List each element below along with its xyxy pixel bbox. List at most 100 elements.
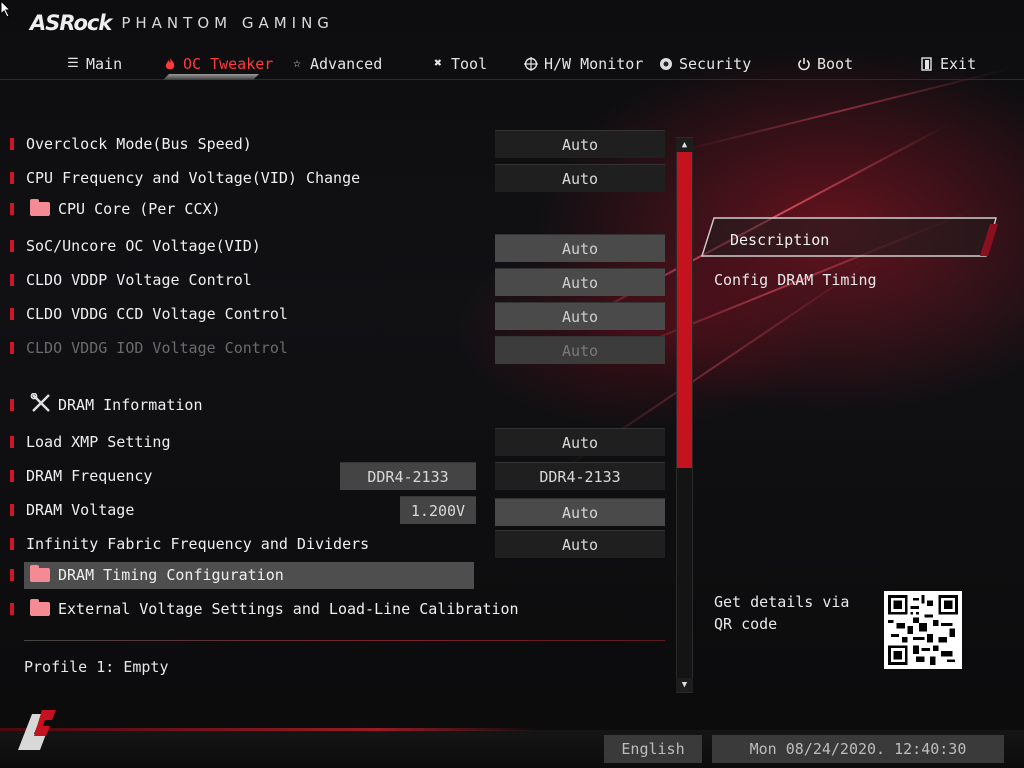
current-value-readout: DDR4-2133: [340, 462, 476, 490]
tab-oc-tweaker[interactable]: OC Tweaker: [163, 52, 273, 76]
setting-label: DRAM Information: [58, 396, 203, 414]
tab-exit[interactable]: Exit: [920, 52, 976, 76]
tab-main[interactable]: ☰ Main: [66, 52, 122, 76]
scroll-up-button[interactable]: ▲: [676, 138, 693, 152]
submenu-cpu-core[interactable]: CPU Core (Per CCX): [10, 198, 221, 220]
footer-accent: [0, 728, 540, 731]
qr-caption: Get details via QR code: [714, 593, 850, 633]
setting-cldo-vddg-ccd[interactable]: CLDO VDDG CCD Voltage Control: [10, 303, 288, 325]
folder-icon: [30, 599, 50, 616]
main-nav: ☰ Main OC Tweaker ☆ Advanced ✖ Tool H/W …: [0, 48, 1024, 80]
setting-dram-frequency[interactable]: DRAM Frequency: [10, 465, 152, 487]
row-marker: [10, 203, 14, 215]
row-marker: [10, 399, 14, 411]
setting-value-dropdown[interactable]: DDR4-2133: [495, 462, 665, 490]
row-marker: [10, 538, 14, 550]
arrow-up-icon: ▲: [681, 140, 688, 150]
arrow-down-icon: ▼: [681, 680, 688, 690]
tab-label: Exit: [940, 55, 977, 73]
row-marker: [10, 436, 14, 448]
tab-advanced[interactable]: ☆ Advanced: [290, 52, 382, 76]
shield-icon: [659, 57, 673, 71]
tools-icon: [30, 392, 52, 418]
tab-label: H/W Monitor: [544, 55, 644, 73]
setting-overclock-mode[interactable]: Overclock Mode(Bus Speed): [10, 133, 252, 155]
setting-label: External Voltage Settings and Load-Line …: [58, 600, 519, 618]
row-marker: [10, 138, 14, 150]
setting-label: Load XMP Setting: [26, 433, 171, 451]
language-selector[interactable]: English: [604, 735, 702, 763]
tab-security[interactable]: Security: [659, 52, 751, 76]
flame-icon: [163, 57, 177, 71]
row-marker: [10, 504, 14, 516]
scroll-down-button[interactable]: ▼: [676, 678, 693, 692]
setting-cpu-frequency-voltage[interactable]: CPU Frequency and Voltage(VID) Change: [10, 167, 360, 189]
tab-label: Tool: [451, 55, 488, 73]
row-marker: [10, 603, 14, 615]
row-marker: [10, 240, 14, 252]
setting-soc-uncore-voltage[interactable]: SoC/Uncore OC Voltage(VID): [10, 235, 261, 257]
folder-icon: [30, 199, 50, 216]
row-marker: [10, 342, 14, 354]
star-icon: ☆: [293, 56, 301, 71]
setting-label: CLDO VDDP Voltage Control: [26, 271, 252, 289]
scrollbar-thumb[interactable]: [677, 152, 692, 468]
setting-value-dropdown[interactable]: Auto: [495, 164, 665, 192]
setting-value-field[interactable]: Auto: [495, 268, 665, 296]
setting-infinity-fabric[interactable]: Infinity Fabric Frequency and Dividers: [10, 533, 369, 555]
power-icon: [797, 57, 811, 71]
setting-label: CPU Frequency and Voltage(VID) Change: [26, 169, 361, 187]
brand-name: ASRock: [30, 11, 112, 35]
target-icon: [524, 57, 538, 71]
list-icon: ☰: [67, 56, 79, 71]
row-marker: [10, 274, 14, 286]
row-marker: [10, 172, 14, 184]
mouse-cursor-icon: [0, 0, 12, 18]
active-tab-indicator: [163, 74, 259, 80]
setting-value-dropdown[interactable]: Auto: [495, 428, 665, 456]
setting-value-field[interactable]: Auto: [495, 498, 665, 526]
folder-icon: [30, 565, 50, 582]
profile-status: Profile 1: Empty: [24, 658, 169, 676]
tab-label: Boot: [817, 55, 854, 73]
background-art: [0, 0, 1024, 768]
row-marker: [10, 470, 14, 482]
description-text: Config DRAM Timing: [714, 271, 877, 289]
tab-label: Main: [86, 55, 123, 73]
app-logo: ASRock PHANTOM GAMING: [30, 10, 334, 36]
setting-value-dropdown[interactable]: Auto: [495, 530, 665, 558]
setting-label: DRAM Frequency: [26, 467, 153, 485]
setting-value-field[interactable]: Auto: [495, 302, 665, 330]
setting-load-xmp[interactable]: Load XMP Setting: [10, 431, 171, 453]
tab-tool[interactable]: ✖ Tool: [431, 52, 487, 76]
brand-subtitle: PHANTOM GAMING: [121, 14, 334, 32]
tab-label: Advanced: [310, 55, 383, 73]
tools-icon: ✖: [434, 56, 442, 71]
setting-cldo-vddp[interactable]: CLDO VDDP Voltage Control: [10, 269, 252, 291]
setting-value-field[interactable]: Auto: [495, 234, 665, 262]
setting-value-dropdown[interactable]: Auto: [495, 130, 665, 158]
tab-label: Security: [679, 55, 752, 73]
setting-value-field: Auto: [495, 336, 665, 364]
setting-label: CLDO VDDG IOD Voltage Control: [26, 339, 288, 357]
section-dram-information[interactable]: DRAM Information: [10, 392, 203, 418]
qr-code: [884, 591, 962, 669]
exit-icon: [920, 57, 934, 71]
setting-label: DRAM Timing Configuration: [58, 566, 284, 584]
setting-label: Infinity Fabric Frequency and Dividers: [26, 535, 370, 553]
divider: [24, 640, 665, 641]
setting-label: SoC/Uncore OC Voltage(VID): [26, 237, 261, 255]
submenu-external-voltage[interactable]: External Voltage Settings and Load-Line …: [10, 598, 519, 620]
row-marker: [10, 569, 14, 581]
setting-label: DRAM Voltage: [26, 501, 135, 519]
setting-label: CPU Core (Per CCX): [58, 200, 221, 218]
tab-hw-monitor[interactable]: H/W Monitor: [524, 52, 643, 76]
setting-label: CLDO VDDG CCD Voltage Control: [26, 305, 288, 323]
tab-label: OC Tweaker: [183, 55, 274, 73]
date-time-display: Mon 08/24/2020. 12:40:30: [712, 735, 1004, 763]
setting-dram-voltage[interactable]: DRAM Voltage: [10, 499, 134, 521]
setting-cldo-vddg-iod: CLDO VDDG IOD Voltage Control: [10, 337, 288, 359]
submenu-dram-timing[interactable]: DRAM Timing Configuration: [10, 564, 284, 586]
current-value-readout: 1.200V: [400, 496, 476, 524]
tab-boot[interactable]: Boot: [797, 52, 853, 76]
